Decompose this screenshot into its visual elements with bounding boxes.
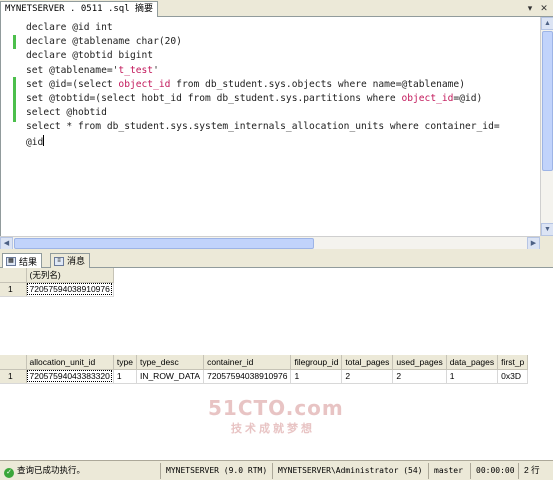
status-message-text: 查询已成功执行。 — [17, 465, 86, 475]
divider — [518, 463, 519, 479]
close-tab-icon[interactable]: ✕ — [538, 2, 550, 14]
table-row[interactable]: 1 72057594038910976 — [0, 282, 114, 297]
tab-messages-label: 消息 — [67, 256, 86, 266]
code-line[interactable]: select @hobtid — [26, 106, 500, 120]
column-header[interactable]: used_pages — [392, 355, 447, 370]
code-line[interactable]: set @tablename='t_test' — [26, 64, 500, 78]
grid-cell[interactable]: 72057594038910976 — [26, 282, 114, 297]
code-token: from db_student.sys.objects where name=@… — [170, 78, 465, 90]
code-token: object_id — [401, 92, 454, 104]
watermark-logo: 51CTO.com 技术成就梦想 — [208, 396, 344, 436]
editor-vertical-scrollbar[interactable]: ▲ ▼ — [540, 17, 553, 236]
status-database: master — [434, 466, 463, 475]
editor-gutter — [1, 17, 9, 236]
code-token: @id — [26, 136, 44, 148]
grid-corner[interactable] — [0, 355, 27, 370]
results-tab-strip: ▦ 结果 ≡ 消息 — [0, 253, 553, 269]
grid-cell[interactable]: 72057594038910976 — [203, 369, 292, 384]
code-line[interactable]: declare @id int — [26, 21, 500, 35]
text-caret — [43, 134, 45, 146]
result-grid-1: (无列名) 1 72057594038910976 — [0, 268, 114, 297]
result-grid-2: allocation_unit_id type type_desc container… — [0, 355, 529, 384]
code-token: t_test — [118, 64, 154, 76]
tab-tools: ▾ ✕ — [524, 2, 550, 14]
change-marker — [13, 77, 16, 122]
column-header[interactable]: type_desc — [136, 355, 205, 370]
code-line[interactable]: select * from db_student.sys.system_inte… — [26, 120, 500, 134]
column-header[interactable]: total_pages — [341, 355, 394, 370]
table-row[interactable]: 1 72057594043383320 1 IN_ROW_DATA 7205759403… — [0, 369, 529, 384]
tab-messages[interactable]: ≡ 消息 — [50, 253, 91, 268]
editor-horizontal-scrollbar[interactable]: ◀ ▶ — [0, 236, 540, 250]
column-header[interactable]: first_p — [497, 355, 529, 370]
grid-header-row: allocation_unit_id type type_desc container… — [0, 355, 529, 370]
grid-cell[interactable]: 1 — [290, 369, 343, 384]
column-header[interactable]: filegroup_id — [290, 355, 343, 370]
sql-editor[interactable]: declare @id int declare @tablename char(2… — [0, 17, 540, 236]
status-row-count: 2 行 — [524, 465, 540, 475]
code-token: select @hobtid — [26, 107, 107, 119]
document-tab-strip: MYNETSERVER . 0511 .sql 摘要 ▾ ✕ — [0, 0, 553, 17]
grid-cell[interactable]: 1 — [446, 369, 499, 384]
code-line[interactable]: set @id=(select object_id from db_studen… — [26, 78, 500, 92]
divider — [160, 463, 161, 479]
grid-cell[interactable]: 2 — [341, 369, 394, 384]
code-line[interactable]: @id — [26, 134, 500, 149]
code-line[interactable]: declare @tobtid bigint — [26, 49, 500, 63]
grid-cell[interactable]: 1 — [113, 369, 137, 384]
code-token: declare @id int — [26, 22, 113, 33]
query-window: MYNETSERVER . 0511 .sql 摘要 ▾ ✕ declare @… — [0, 0, 553, 480]
row-number[interactable]: 1 — [0, 282, 27, 297]
grid-cell[interactable]: IN_ROW_DATA — [136, 369, 205, 384]
code-token: set @id=(select — [26, 78, 119, 90]
change-marker — [13, 35, 16, 49]
grid-cell[interactable]: 2 — [392, 369, 447, 384]
code-text[interactable]: declare @id int declare @tablename char(2… — [26, 21, 500, 149]
grid-cell[interactable]: 0x3D — [497, 369, 529, 384]
column-header[interactable]: data_pages — [446, 355, 499, 370]
code-token: =@id) — [453, 92, 483, 104]
grid-header-row: (无列名) — [0, 268, 114, 283]
code-token: ' — [153, 64, 159, 76]
grid-corner[interactable] — [0, 268, 27, 283]
scroll-thumb[interactable] — [14, 238, 314, 249]
status-message: ✓ 查询已成功执行。 — [4, 461, 85, 480]
code-token: declare @tobtid bigint — [26, 50, 154, 62]
divider — [272, 463, 273, 479]
column-header[interactable]: type — [113, 355, 137, 370]
code-token: select * from db_student.sys.system_inte… — [26, 121, 500, 133]
grid-icon: ▦ — [6, 257, 16, 266]
row-number[interactable]: 1 — [0, 369, 27, 384]
status-elapsed: 00:00:00 — [476, 466, 515, 475]
scroll-thumb[interactable] — [542, 31, 553, 171]
divider — [428, 463, 429, 479]
results-pane: (无列名) 1 72057594038910976 allocation_unit_… — [0, 268, 553, 460]
watermark-subtext: 技术成就梦想 — [231, 422, 315, 435]
code-line[interactable]: set @tobtid=(select hobt_id from db_stud… — [26, 92, 500, 106]
tab-results[interactable]: ▦ 结果 — [2, 253, 43, 269]
divider — [470, 463, 471, 479]
scroll-down-icon[interactable]: ▼ — [541, 223, 553, 236]
code-token: declare @tablename char(20) — [26, 36, 182, 48]
grid-cell[interactable]: 72057594043383320 — [26, 369, 114, 384]
tab-list-dropdown-icon[interactable]: ▾ — [524, 2, 536, 14]
column-header[interactable]: container_id — [203, 355, 292, 370]
document-tab[interactable]: MYNETSERVER . 0511 .sql 摘要 — [0, 1, 159, 17]
code-token: object_id — [118, 78, 171, 90]
tab-results-label: 结果 — [19, 256, 38, 267]
code-line[interactable]: declare @tablename char(20) — [26, 35, 500, 49]
success-icon: ✓ — [4, 468, 14, 478]
watermark-text: 51CTO.com — [208, 396, 344, 420]
code-token: set @tablename=' — [26, 64, 119, 76]
status-bar: ✓ 查询已成功执行。 MYNETSERVER (9.0 RTM) MYNETSER… — [0, 460, 553, 480]
column-header[interactable]: (无列名) — [26, 268, 114, 283]
status-server: MYNETSERVER (9.0 RTM) — [166, 466, 268, 475]
column-header[interactable]: allocation_unit_id — [26, 355, 114, 370]
message-icon: ≡ — [54, 256, 64, 266]
status-login: MYNETSERVER\Administrator (54) — [278, 466, 423, 475]
scroll-up-icon[interactable]: ▲ — [541, 17, 553, 30]
code-token: set @tobtid=(select hobt_id from db_stud… — [26, 92, 402, 104]
